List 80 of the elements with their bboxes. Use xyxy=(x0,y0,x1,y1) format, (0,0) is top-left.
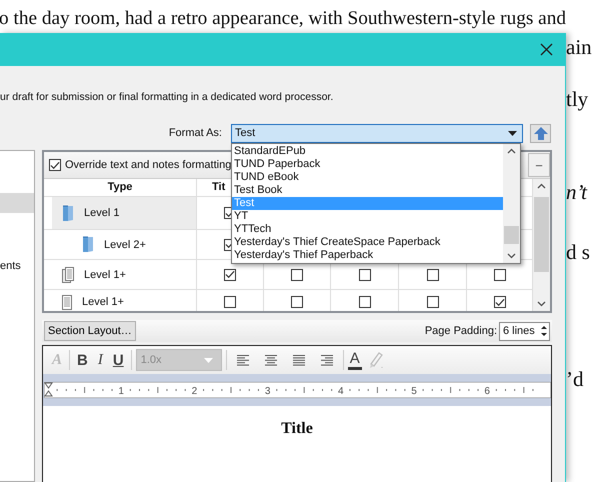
document-text: tly xyxy=(566,87,588,112)
caret-icon xyxy=(204,358,213,362)
description-text: ur draft for submission or final formatting in a dedicated word processor. xyxy=(0,91,334,105)
table-row[interactable]: Level 1 xyxy=(52,197,196,229)
ruler-number: 2 xyxy=(191,386,197,397)
spin-arrows-icon[interactable] xyxy=(539,323,549,339)
dropdown-option[interactable]: TUND eBook xyxy=(232,170,503,184)
document-text: ’d xyxy=(566,367,584,392)
row-label: Level 2+ xyxy=(104,238,146,250)
scroll-thumb[interactable] xyxy=(504,226,519,244)
table-checkbox[interactable] xyxy=(426,268,438,280)
override-checkbox[interactable]: Override text and notes formatting xyxy=(49,159,232,171)
checkmark-icon xyxy=(494,298,504,306)
table-checkbox[interactable] xyxy=(426,296,438,308)
table-checkbox[interactable] xyxy=(494,296,506,308)
document-text: o the day room, had a retro appearance, with Southwestern-style rugs and xyxy=(0,8,566,30)
book-icon xyxy=(62,204,74,222)
dropdown-option[interactable]: Yesterday's Thief CreateSpace Paperback xyxy=(232,236,503,248)
ruler-number: 5 xyxy=(410,386,416,397)
document-text: ain xyxy=(566,35,592,60)
page-padding-spinner[interactable]: 6 lines xyxy=(499,322,550,340)
column-header: Type xyxy=(44,179,197,196)
format-as-label: Format As: xyxy=(168,127,222,139)
document-text: d s xyxy=(566,240,590,265)
ruler-number: 1 xyxy=(118,386,124,397)
documents-icon xyxy=(62,266,74,282)
underline-button[interactable]: U xyxy=(110,349,127,371)
scrollbar[interactable] xyxy=(503,144,520,262)
caret-icon xyxy=(508,130,517,136)
up-arrow-icon xyxy=(534,126,548,140)
dropdown-option[interactable]: StandardEPub xyxy=(232,144,503,158)
ruler-number: 4 xyxy=(338,386,344,397)
scroll-down-icon[interactable] xyxy=(507,252,516,258)
document-title: Title xyxy=(281,420,313,439)
dropdown-option[interactable]: YTTech xyxy=(232,222,503,236)
ruler-number: 3 xyxy=(264,386,270,397)
book-icon xyxy=(82,236,94,253)
row-label: Level 1+ xyxy=(82,296,124,308)
document-text: n’t xyxy=(566,180,587,205)
document-icon xyxy=(62,294,72,310)
indent-marker[interactable] xyxy=(44,382,52,396)
move-up-button[interactable] xyxy=(530,124,551,142)
italic-button[interactable]: I xyxy=(94,349,106,371)
close-icon[interactable] xyxy=(540,43,553,56)
table-checkbox[interactable] xyxy=(224,296,236,308)
scroll-down-icon[interactable] xyxy=(537,301,546,307)
align-justify-icon[interactable] xyxy=(290,353,307,367)
dropdown-option[interactable]: TUND Paperback xyxy=(232,158,503,170)
scrollbar[interactable] xyxy=(533,179,550,311)
table-checkbox[interactable] xyxy=(358,296,370,308)
table-checkbox[interactable] xyxy=(224,268,236,280)
ruler[interactable]: 1 2 3 4 5 6 xyxy=(44,382,550,398)
align-right-icon[interactable] xyxy=(318,353,335,367)
page-padding-label: Page Padding: xyxy=(424,325,497,337)
table-row[interactable]: Level 1+ xyxy=(52,260,196,289)
section-layout-button[interactable]: Section Layout… xyxy=(44,321,136,341)
row-label: Level 1+ xyxy=(84,268,126,280)
ruler-number: 6 xyxy=(484,386,490,397)
table-row[interactable]: Level 2+ xyxy=(52,230,196,259)
remove-button[interactable]: − xyxy=(528,153,550,177)
dropdown-option[interactable]: Test Book xyxy=(232,184,503,196)
scroll-up-icon[interactable] xyxy=(537,183,546,189)
sidebar-item[interactable]: ents xyxy=(0,257,34,276)
table-checkbox[interactable] xyxy=(358,268,370,280)
format-dropdown[interactable]: Test xyxy=(231,124,523,142)
checkmark-icon xyxy=(50,160,60,170)
scroll-thumb[interactable] xyxy=(534,197,549,272)
table-checkbox[interactable] xyxy=(291,268,303,280)
dropdown-option[interactable]: YT xyxy=(232,210,503,222)
table-checkbox[interactable] xyxy=(291,296,303,308)
bold-button[interactable]: B xyxy=(74,349,91,371)
align-center-icon[interactable] xyxy=(262,353,279,367)
scroll-up-icon[interactable] xyxy=(507,148,516,154)
table-checkbox[interactable] xyxy=(494,268,506,280)
align-left-icon[interactable] xyxy=(234,353,251,367)
checkmark-icon xyxy=(225,270,235,279)
table-row[interactable]: Level 1+ xyxy=(52,290,196,311)
row-label: Level 1 xyxy=(84,207,120,219)
dropdown-option[interactable]: Yesterday's Thief Paperback xyxy=(232,248,503,262)
font-color-button[interactable]: A xyxy=(348,350,362,370)
